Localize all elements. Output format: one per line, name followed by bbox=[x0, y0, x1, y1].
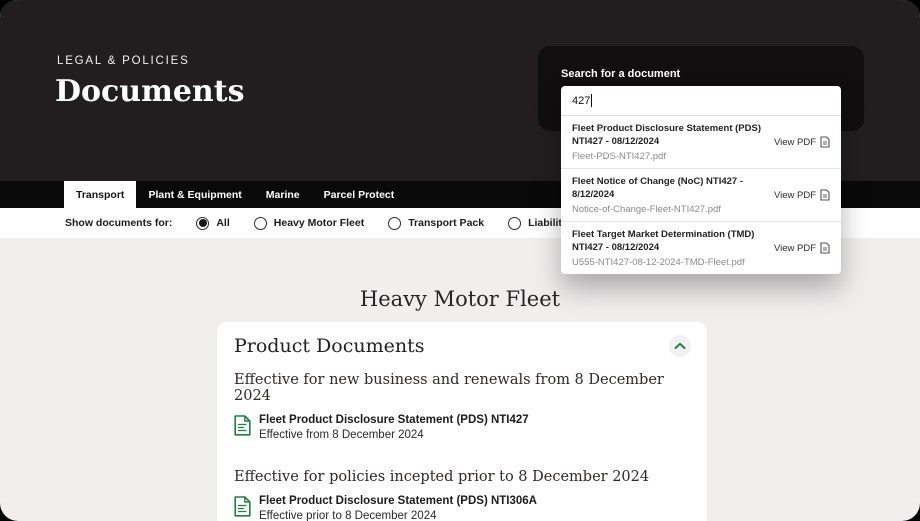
search-result-pds-nti427[interactable]: Fleet Product Disclosure Statement (PDS)… bbox=[561, 116, 841, 169]
result-text: Fleet Notice of Change (NoC) NTI427 - 8/… bbox=[572, 175, 774, 215]
filter-label: Show documents for: bbox=[65, 217, 172, 229]
radio-label: All bbox=[216, 217, 229, 229]
document-subtitle: Effective prior to 8 December 2024 bbox=[259, 510, 537, 521]
tab-plant-equipment[interactable]: Plant & Equipment bbox=[136, 181, 253, 208]
tab-transport[interactable]: Transport bbox=[64, 181, 136, 208]
search-label: Search for a document bbox=[561, 68, 680, 80]
page-title: Documents bbox=[55, 74, 245, 109]
group-heading-new-business: Effective for new business and renewals … bbox=[234, 372, 691, 404]
radio-button-icon[interactable] bbox=[508, 217, 521, 230]
document-link-nti427[interactable]: Fleet Product Disclosure Statement (PDS)… bbox=[234, 414, 691, 441]
pdf-file-icon bbox=[820, 189, 830, 201]
breadcrumb-eyebrow: LEGAL & POLICIES bbox=[57, 55, 190, 67]
document-icon bbox=[234, 496, 251, 521]
text-caret bbox=[591, 94, 592, 107]
collapse-section-button[interactable] bbox=[669, 335, 691, 357]
view-pdf-link[interactable]: View PDF bbox=[774, 189, 830, 201]
tab-marine[interactable]: Marine bbox=[254, 181, 312, 208]
card-title-row: Product Documents bbox=[234, 335, 691, 357]
result-title: Fleet Notice of Change (NoC) NTI427 - 8/… bbox=[572, 175, 768, 201]
result-text: Fleet Product Disclosure Statement (PDS)… bbox=[572, 122, 774, 162]
document-title: Fleet Product Disclosure Statement (PDS)… bbox=[259, 495, 537, 508]
radio-transport-pack[interactable]: Transport Pack bbox=[388, 217, 484, 230]
radio-button-icon[interactable] bbox=[254, 217, 267, 230]
view-pdf-label: View PDF bbox=[774, 137, 816, 148]
group-heading-prior-policies: Effective for policies incepted prior to… bbox=[234, 469, 691, 485]
result-title: Fleet Product Disclosure Statement (PDS)… bbox=[572, 122, 768, 148]
document-text: Fleet Product Disclosure Statement (PDS)… bbox=[259, 495, 537, 521]
search-result-noc-nti427[interactable]: Fleet Notice of Change (NoC) NTI427 - 8/… bbox=[561, 169, 841, 222]
result-filename: Fleet-PDS-NTI427.pdf bbox=[572, 151, 768, 162]
search-dropdown: 427 Fleet Product Disclosure Statement (… bbox=[561, 86, 841, 274]
document-link-nti306a[interactable]: Fleet Product Disclosure Statement (PDS)… bbox=[234, 495, 691, 521]
view-pdf-label: View PDF bbox=[774, 190, 816, 201]
view-pdf-link[interactable]: View PDF bbox=[774, 136, 830, 148]
pdf-file-icon bbox=[820, 242, 830, 254]
radio-all[interactable]: All bbox=[196, 217, 229, 230]
result-title: Fleet Target Market Determination (TMD) … bbox=[572, 228, 768, 254]
card-title: Product Documents bbox=[234, 335, 424, 357]
radio-heavy-motor-fleet[interactable]: Heavy Motor Fleet bbox=[254, 217, 364, 230]
radio-label: Heavy Motor Fleet bbox=[274, 217, 364, 229]
search-input-value: 427 bbox=[572, 95, 590, 107]
result-filename: Notice-of-Change-Fleet-NTI427.pdf bbox=[572, 204, 768, 215]
section-heading: Heavy Motor Fleet bbox=[0, 287, 920, 311]
document-title: Fleet Product Disclosure Statement (PDS)… bbox=[259, 414, 529, 427]
chevron-up-icon bbox=[674, 342, 686, 350]
radio-label: Transport Pack bbox=[408, 217, 484, 229]
documents-page: LEGAL & POLICIES Documents Transport Pla… bbox=[0, 0, 920, 521]
radio-liability[interactable]: Liability bbox=[508, 217, 568, 230]
result-filename: U555-NTI427-08-12-2024-TMD-Fleet.pdf bbox=[572, 257, 768, 268]
radio-button-icon[interactable] bbox=[196, 217, 209, 230]
search-input[interactable]: 427 bbox=[561, 86, 841, 116]
document-subtitle: Effective from 8 December 2024 bbox=[259, 429, 529, 442]
view-pdf-label: View PDF bbox=[774, 243, 816, 254]
search-result-tmd-nti427[interactable]: Fleet Target Market Determination (TMD) … bbox=[561, 222, 841, 274]
view-pdf-link[interactable]: View PDF bbox=[774, 242, 830, 254]
result-text: Fleet Target Market Determination (TMD) … bbox=[572, 228, 774, 268]
product-documents-card: Product Documents Effective for new busi… bbox=[217, 322, 707, 521]
radio-button-icon[interactable] bbox=[388, 217, 401, 230]
tab-parcel-protect[interactable]: Parcel Protect bbox=[312, 181, 407, 208]
document-icon bbox=[234, 415, 251, 441]
pdf-file-icon bbox=[820, 136, 830, 148]
document-text: Fleet Product Disclosure Statement (PDS)… bbox=[259, 414, 529, 441]
